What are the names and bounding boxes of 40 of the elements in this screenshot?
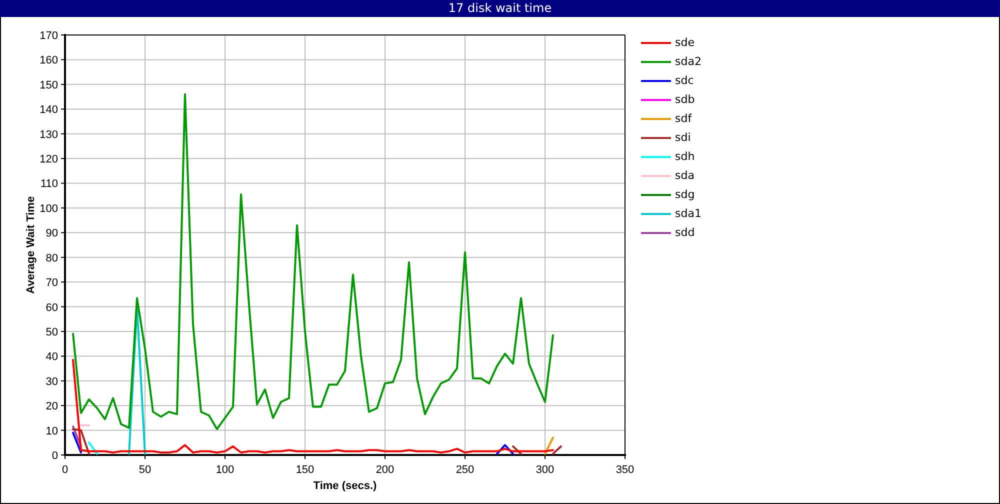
legend-label: sda2 bbox=[675, 55, 702, 68]
legend-label: sdb bbox=[675, 93, 695, 106]
legend-label: sdh bbox=[675, 150, 695, 163]
axis-tick-label: 130 bbox=[40, 128, 58, 141]
axis-tick-label: 30 bbox=[46, 376, 58, 388]
axis-tick-label: 250 bbox=[456, 464, 474, 476]
axis-tick-label: 170 bbox=[40, 30, 58, 42]
axis-tick-label: 110 bbox=[40, 178, 58, 190]
axis-tick-label: 300 bbox=[536, 464, 554, 476]
legend-label: sdd bbox=[675, 226, 695, 239]
axis-tick-label: 0 bbox=[52, 450, 58, 462]
axis-tick-label: 10 bbox=[46, 425, 58, 438]
axis-tick-label: 70 bbox=[46, 277, 58, 290]
axis-tick-label: 80 bbox=[46, 252, 58, 264]
legend-label: sdi bbox=[675, 131, 691, 144]
axis-tick-label: 100 bbox=[40, 202, 58, 215]
legend-label: sda bbox=[675, 169, 694, 182]
axis-tick-label: 120 bbox=[40, 154, 58, 166]
axis-tick-label: 200 bbox=[376, 464, 394, 476]
axis-tick-label: 350 bbox=[616, 464, 634, 476]
x-axis-title: Time (secs.) bbox=[313, 480, 377, 492]
legend-label: sde bbox=[675, 36, 694, 49]
axis-tick-label: 60 bbox=[46, 302, 58, 314]
axis-tick-label: 20 bbox=[46, 400, 58, 413]
axis-tick-label: 40 bbox=[46, 351, 58, 364]
axis-tick-label: 150 bbox=[40, 79, 58, 92]
legend-label: sdf bbox=[675, 112, 692, 125]
y-axis-title: Average Wait Time bbox=[25, 196, 37, 294]
axis-tick-label: 50 bbox=[46, 326, 58, 338]
legend-label: sda1 bbox=[675, 207, 702, 220]
axis-tick-label: 150 bbox=[296, 464, 314, 476]
axis-tick-label: 50 bbox=[138, 464, 152, 476]
axis-tick-label: 90 bbox=[46, 228, 58, 240]
legend-label: sdg bbox=[675, 188, 695, 201]
axis-tick-label: 140 bbox=[40, 104, 58, 116]
axis-tick-label: 100 bbox=[216, 464, 234, 476]
axis-tick-label: 0 bbox=[62, 464, 68, 476]
window-title: 17 disk wait time bbox=[0, 0, 1000, 17]
axis-tick-label: 160 bbox=[40, 54, 58, 67]
legend-label: sdc bbox=[675, 74, 694, 87]
